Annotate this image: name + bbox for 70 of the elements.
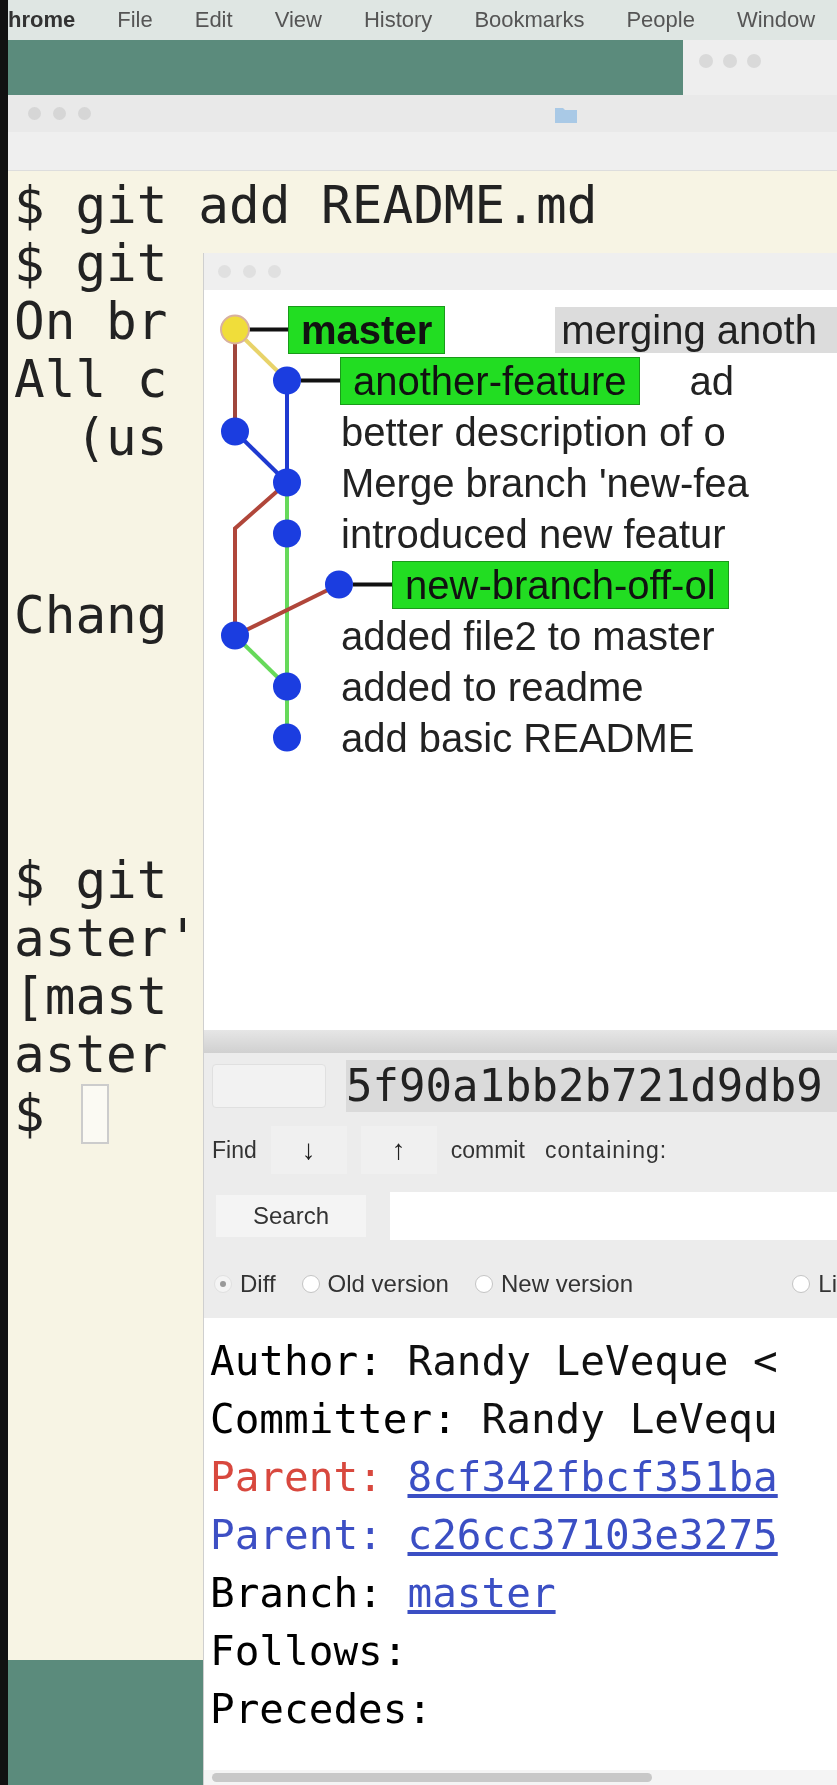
commit-dot[interactable]	[325, 570, 353, 599]
menu-item[interactable]: Window	[736, 7, 816, 33]
search-button[interactable]: Search	[216, 1195, 366, 1237]
commit-message[interactable]: add basic README	[335, 714, 701, 761]
find-previous-button[interactable]: ↑	[360, 1126, 437, 1174]
find-label: Find	[212, 1136, 257, 1164]
leader-line	[249, 327, 288, 332]
radio-option[interactable]: New version	[474, 1270, 633, 1298]
commit-message[interactable]: introduced new featur	[335, 510, 732, 557]
app-menu[interactable]: hrome	[8, 7, 76, 33]
terminal-line: $ git	[14, 235, 168, 293]
detail-line: Follows:	[210, 1626, 408, 1677]
commit-message[interactable]: merging anoth	[555, 306, 837, 353]
cursor	[80, 1084, 109, 1144]
detail-line: Parent: 8cf342fbcf351ba	[210, 1452, 778, 1503]
menu-item[interactable]: Bookmarks	[474, 7, 585, 33]
menu-item[interactable]: Edit	[194, 7, 233, 33]
commit-message[interactable]: Merge branch 'new-fea	[335, 459, 755, 506]
radio-circle[interactable]	[301, 1275, 320, 1293]
menu-item[interactable]: People	[626, 7, 695, 33]
find-type-dropdown[interactable]: commit	[450, 1136, 525, 1164]
detail-line: Branch: master	[210, 1568, 556, 1619]
commit-message[interactable]: added file2 to master	[335, 612, 721, 659]
radio-option[interactable]: Diff	[214, 1270, 276, 1298]
radio-circle[interactable]	[214, 1275, 232, 1293]
menu-item[interactable]: History	[363, 7, 433, 33]
radio-option[interactable]: Li	[792, 1270, 837, 1298]
terminal-line: $	[14, 1085, 45, 1143]
commit-link[interactable]: 8cf342fbcf351ba	[407, 1453, 778, 1501]
commit-dot[interactable]	[273, 672, 301, 701]
find-mode-dropdown[interactable]: containing:	[544, 1136, 668, 1164]
terminal-line: [mast	[14, 968, 168, 1026]
terminal-line: aster	[14, 1026, 168, 1084]
detail-line: Precedes:	[210, 1684, 433, 1735]
commit-link[interactable]: master	[407, 1569, 556, 1617]
commit-dot[interactable]	[273, 468, 301, 497]
terminal-line: aster'	[14, 910, 199, 968]
commit-message[interactable]: ad	[683, 357, 740, 404]
terminal-line: On br	[14, 293, 168, 351]
find-next-button[interactable]: ↓	[270, 1126, 347, 1174]
terminal-line: (us	[74, 409, 168, 467]
menu-item[interactable]: View	[274, 7, 322, 33]
detail-line: Committer: Randy LeVequ	[210, 1394, 778, 1445]
scrollbar-thumb[interactable]	[212, 1773, 652, 1782]
radio-circle[interactable]	[474, 1275, 493, 1293]
detail-line: Author: Randy LeVeque <	[210, 1336, 778, 1387]
commit-dot[interactable]	[273, 519, 301, 548]
leader-line	[353, 582, 392, 587]
commit-dot[interactable]	[220, 314, 250, 345]
terminal-line: $ git add README.md	[14, 177, 598, 235]
leader-line	[301, 378, 340, 383]
commit-dot[interactable]	[273, 723, 301, 752]
branch-tag[interactable]: master	[288, 305, 446, 354]
commit-dot[interactable]	[273, 366, 301, 395]
commit-dot[interactable]	[221, 621, 249, 650]
terminal-line: All c	[14, 351, 168, 409]
terminal-line: Chang	[14, 587, 168, 645]
commit-message[interactable]: better description of o	[335, 408, 732, 455]
branch-tag[interactable]: another-feature	[340, 356, 640, 405]
commit-message[interactable]: added to readme	[335, 663, 650, 710]
menu-item[interactable]: File	[117, 7, 153, 33]
branch-tag[interactable]: new-branch-off-ol	[392, 560, 729, 609]
radio-option[interactable]: Old version	[301, 1270, 449, 1298]
sha-field[interactable]: 5f90a1bb2b721d9db9	[346, 1059, 837, 1112]
splitter-bar[interactable]	[204, 1030, 837, 1053]
detail-line: Parent: c26cc37103e3275	[210, 1510, 778, 1561]
commit-dot[interactable]	[221, 417, 249, 446]
commit-link[interactable]: c26cc37103e3275	[407, 1511, 778, 1559]
terminal-line: $ git	[14, 852, 168, 910]
radio-circle[interactable]	[792, 1275, 811, 1293]
